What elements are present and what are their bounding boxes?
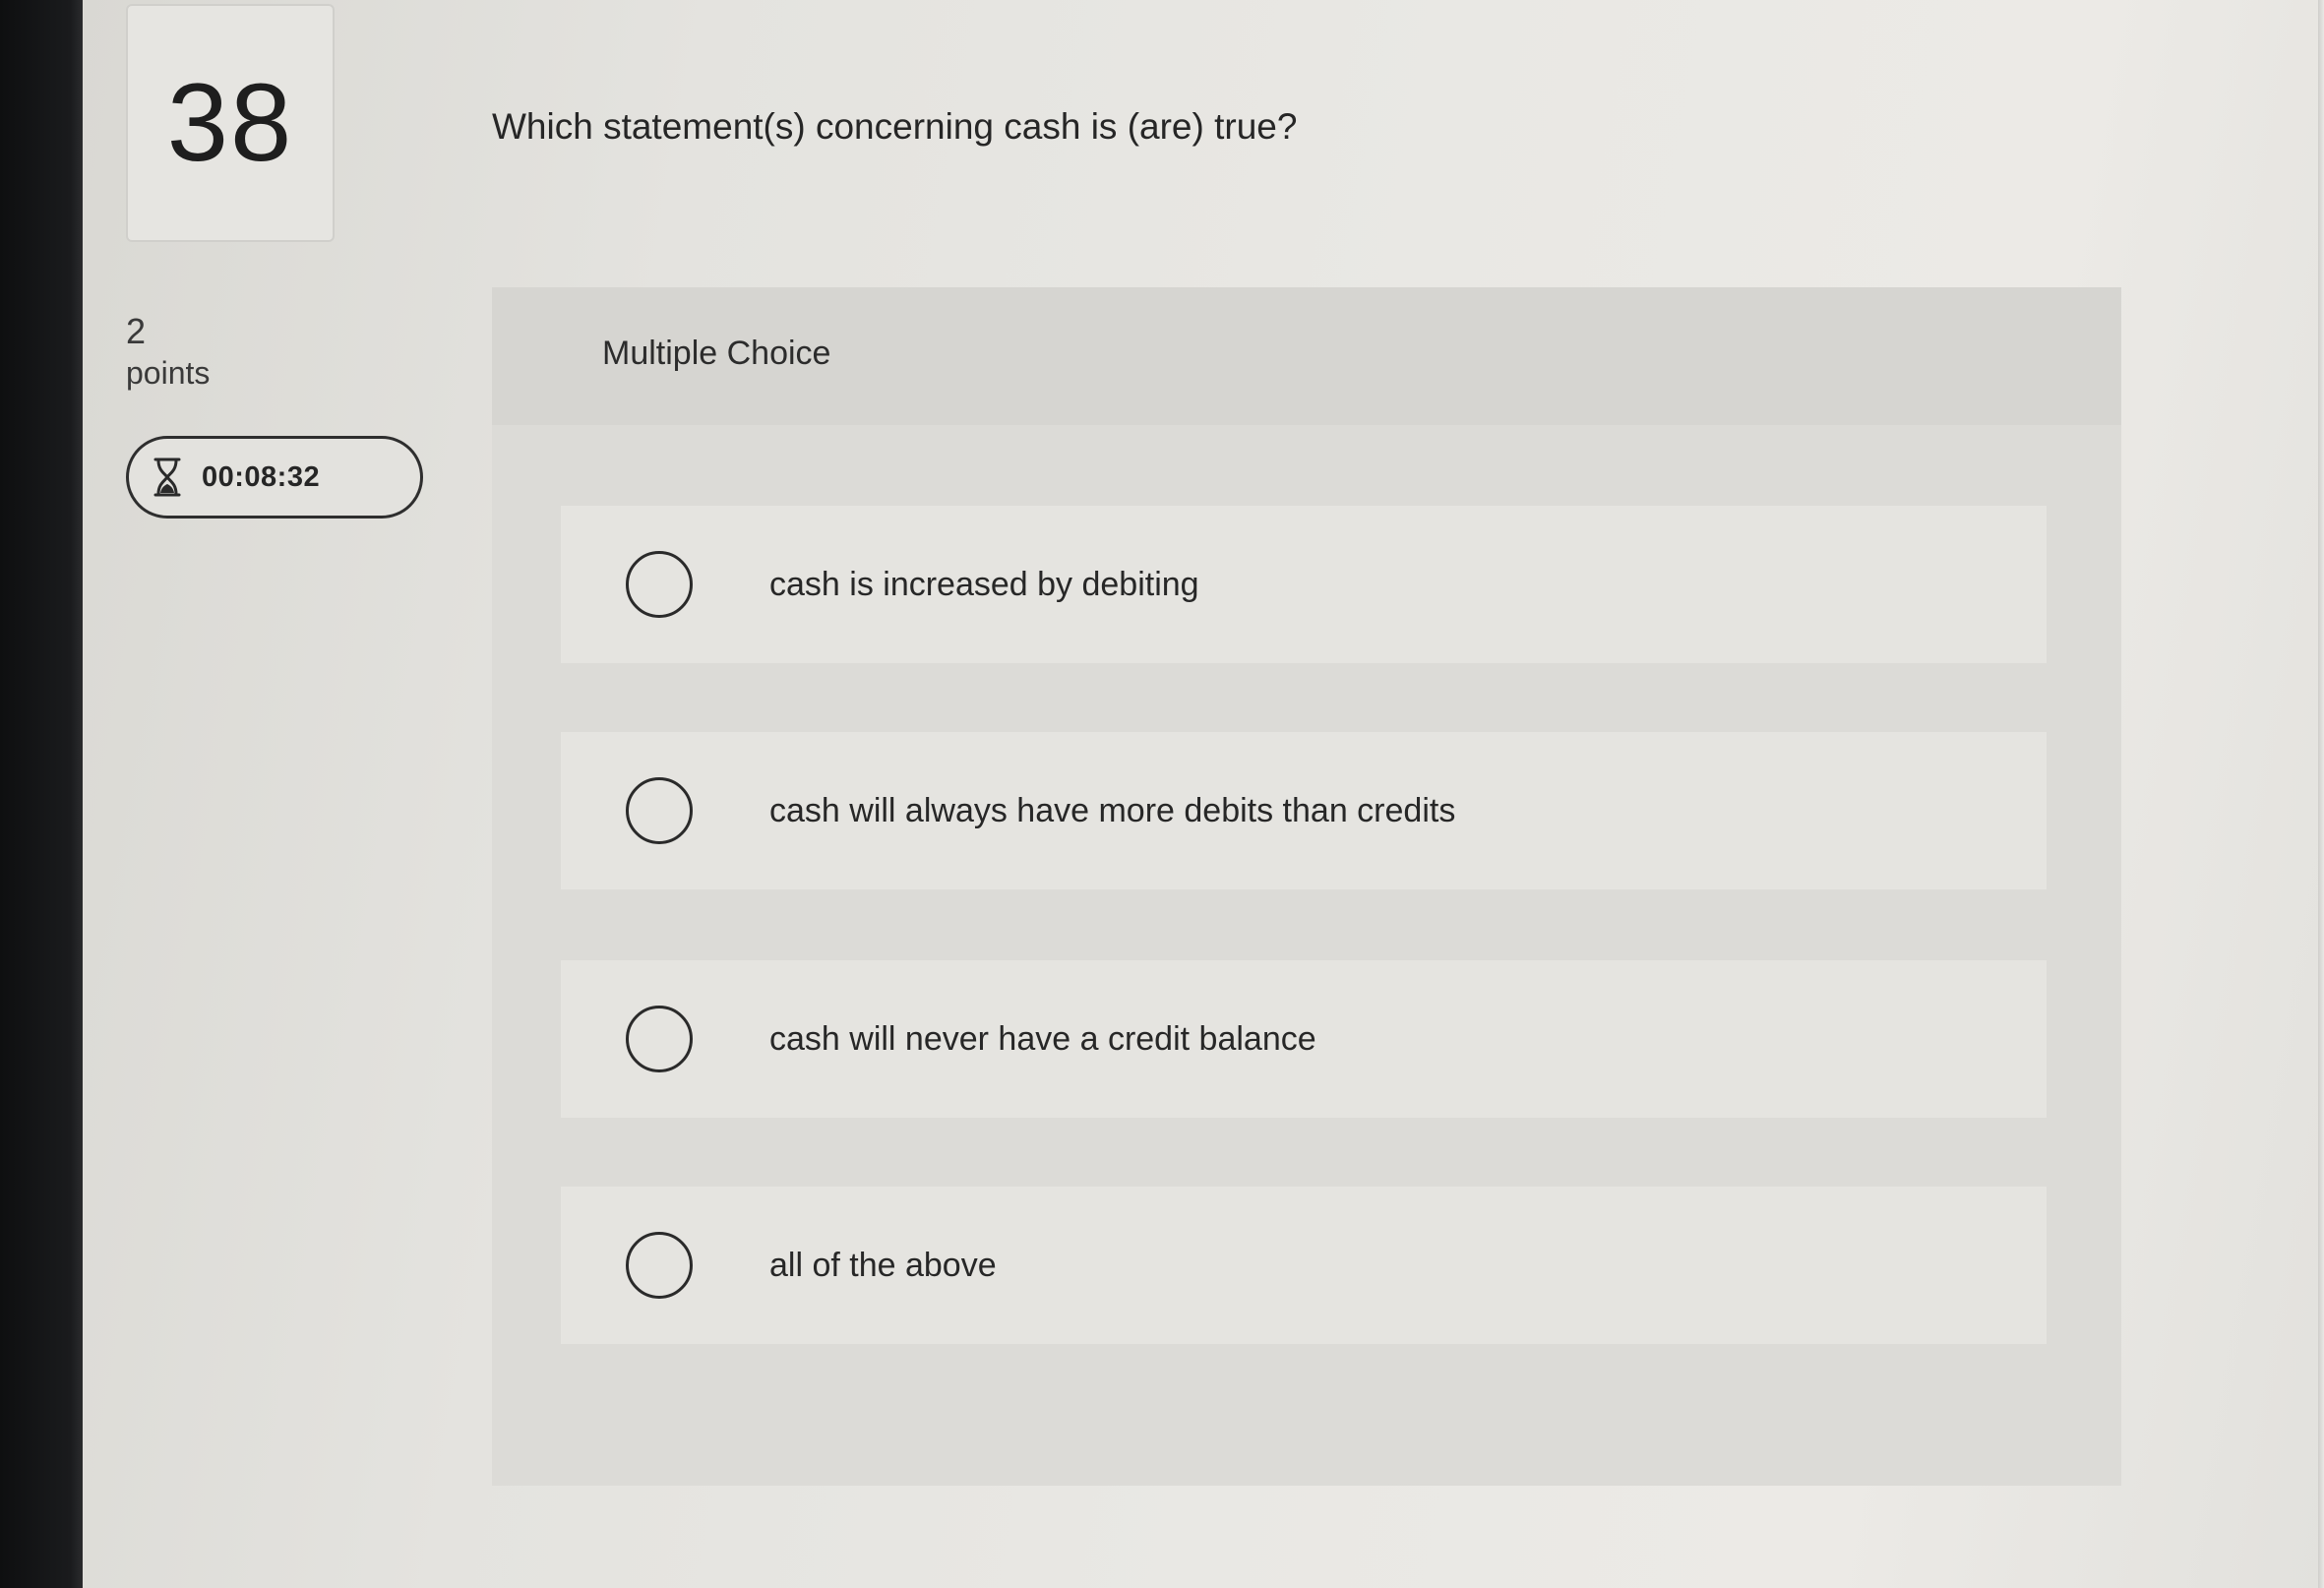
answer-panel-header: Multiple Choice <box>492 287 2121 425</box>
answer-option-label: cash will always have more debits than c… <box>769 791 1456 829</box>
radio-button[interactable] <box>626 1232 693 1299</box>
points-label: points <box>126 355 211 391</box>
question-number-box: 38 <box>126 4 335 242</box>
screen-edge <box>2318 0 2324 1588</box>
timer-badge[interactable]: 00:08:32 <box>126 436 423 519</box>
points-value: 2 <box>126 311 147 351</box>
answer-option[interactable]: cash is increased by debiting <box>561 506 2047 663</box>
radio-button[interactable] <box>626 551 693 618</box>
answer-panel: Multiple Choice cash is increased by deb… <box>492 287 2121 1486</box>
radio-button[interactable] <box>626 777 693 844</box>
answer-option-label: cash will never have a credit balance <box>769 1019 1316 1058</box>
answer-option[interactable]: cash will always have more debits than c… <box>561 732 2047 889</box>
screen-bezel <box>0 0 83 1588</box>
answer-type-label: Multiple Choice <box>602 335 831 372</box>
answer-option[interactable]: all of the above <box>561 1187 2047 1344</box>
hourglass-icon <box>153 458 181 497</box>
question-text: Which statement(s) concerning cash is (a… <box>492 106 1298 147</box>
radio-button[interactable] <box>626 1006 693 1072</box>
points-block: 2 points <box>126 310 210 393</box>
question-number: 38 <box>166 61 294 184</box>
answer-option-label: all of the above <box>769 1246 997 1284</box>
timer-value: 00:08:32 <box>202 460 321 493</box>
answer-option[interactable]: cash will never have a credit balance <box>561 960 2047 1118</box>
answer-option-label: cash is increased by debiting <box>769 565 1199 603</box>
